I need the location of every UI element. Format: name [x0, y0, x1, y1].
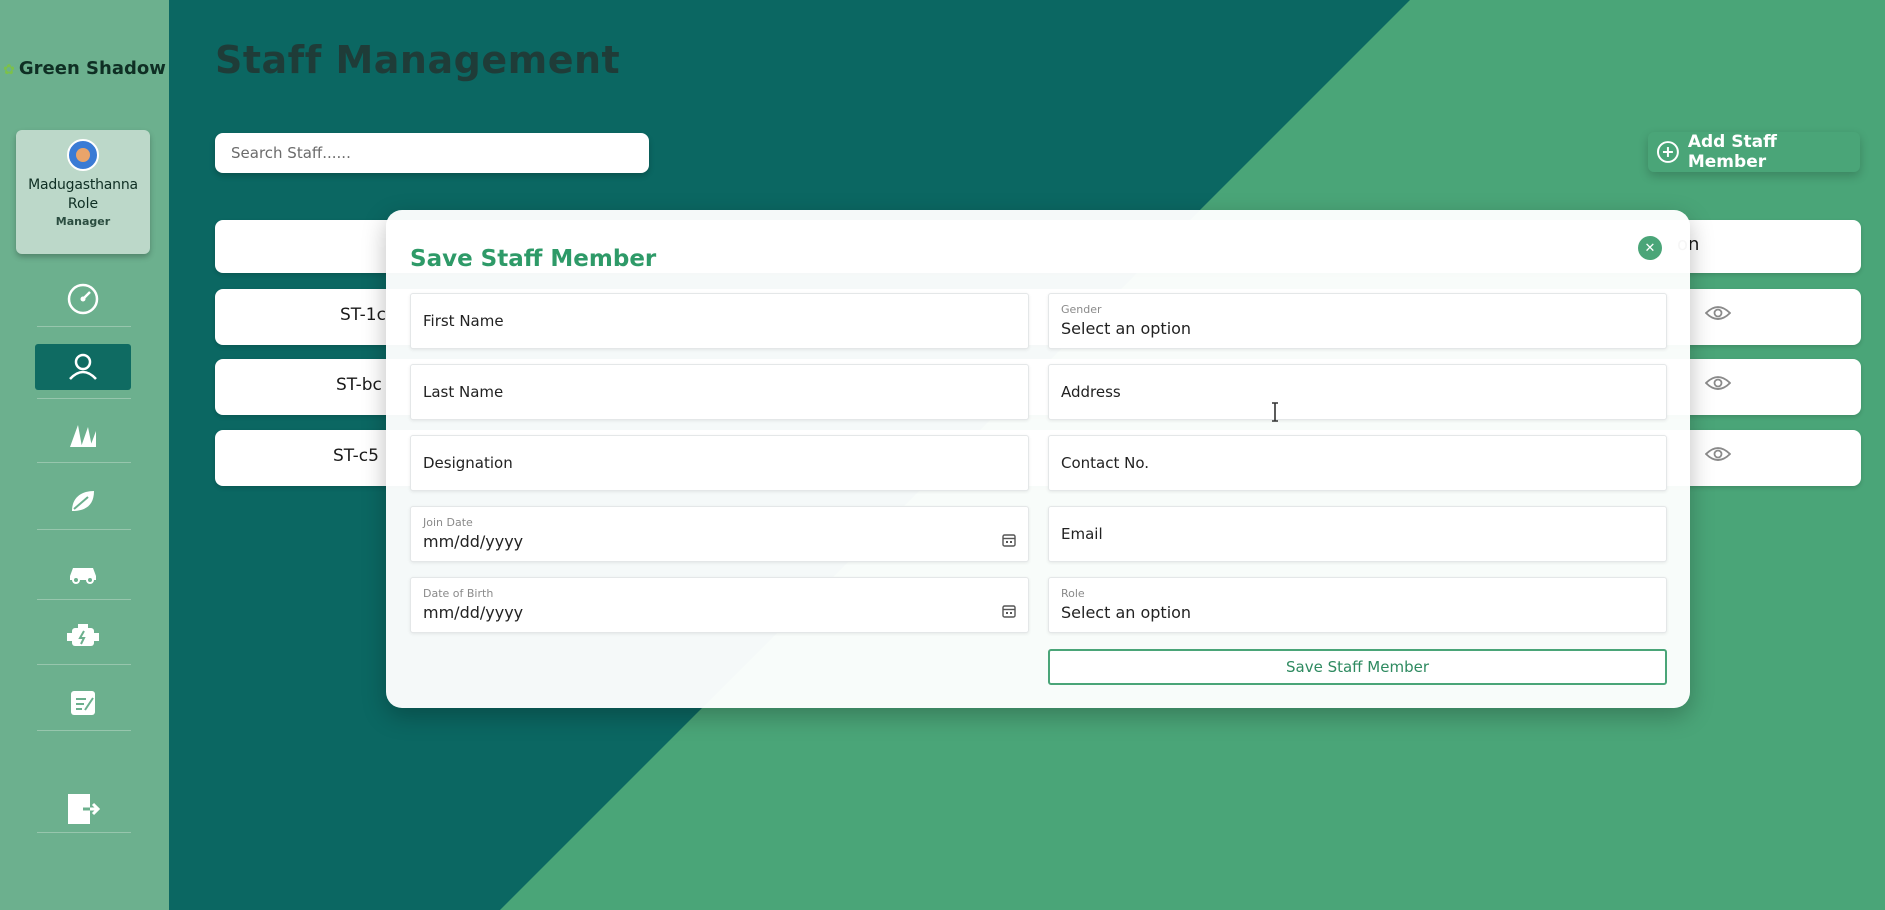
join-date-value: mm/dd/yyyy [423, 532, 524, 551]
first-name-placeholder: First Name [423, 312, 504, 330]
nav-logout[interactable] [35, 786, 131, 832]
plus-circle-icon [1656, 141, 1679, 163]
join-date-label: Join Date [423, 516, 473, 529]
nav-staff[interactable] [35, 344, 131, 390]
dob-value: mm/dd/yyyy [423, 603, 524, 622]
address-field[interactable]: Address [1048, 364, 1667, 420]
page-title: Staff Management [215, 38, 621, 82]
field-icon [70, 425, 96, 447]
save-staff-modal: Save Staff Member ✕ First Name Last Name… [386, 210, 1690, 708]
sidebar: ✿ Green Shadow Madugasthanna Role Manager [0, 0, 169, 910]
equipment-engine-icon [67, 624, 99, 646]
first-name-field[interactable]: First Name [410, 293, 1029, 349]
dob-label: Date of Birth [423, 587, 494, 600]
gender-select[interactable]: Gender Select an option [1048, 293, 1667, 349]
gender-value: Select an option [1061, 319, 1192, 338]
join-date-field[interactable]: Join Date mm/dd/yyyy [410, 506, 1029, 562]
staff-id: ST-bc [336, 375, 382, 395]
vehicle-car-icon [70, 568, 96, 584]
add-staff-button[interactable]: Add Staff Member [1648, 132, 1860, 172]
nav-divider [37, 462, 131, 463]
add-staff-label: Add Staff Member [1687, 132, 1777, 172]
address-placeholder: Address [1061, 383, 1121, 401]
last-name-field[interactable]: Last Name [410, 364, 1029, 420]
nav-dashboard[interactable] [35, 276, 131, 322]
avatar [67, 139, 99, 171]
dob-field[interactable]: Date of Birth mm/dd/yyyy [410, 577, 1029, 633]
staff-id: ST-1c [340, 305, 386, 325]
nav-divider [37, 730, 131, 731]
calendar-icon[interactable] [1002, 604, 1016, 618]
role-value: Select an option [1061, 603, 1192, 622]
user-role-value: Manager [55, 215, 111, 228]
nav-divider [37, 398, 131, 399]
modal-title: Save Staff Member [410, 246, 657, 272]
nav-divider [37, 832, 131, 833]
user-name: Madugasthanna [28, 177, 138, 193]
nav-field[interactable] [35, 412, 131, 458]
dashboard-gauge-icon [67, 283, 99, 315]
user-role-label: Role [67, 196, 99, 212]
nav-equipment[interactable] [35, 613, 131, 659]
brand-name: Green Shadow [18, 58, 166, 79]
staff-users-icon [69, 353, 97, 380]
staff-id: ST-c5 [333, 446, 379, 466]
view-eye-icon[interactable] [1705, 374, 1731, 392]
email-field[interactable]: Email [1048, 506, 1667, 562]
nav-crops[interactable] [35, 478, 131, 524]
last-name-placeholder: Last Name [423, 383, 504, 401]
role-label: Role [1061, 587, 1085, 600]
text-cursor-icon [1272, 402, 1278, 422]
designation-field[interactable]: Designation [410, 435, 1029, 491]
nav-vehicles[interactable] [35, 550, 131, 596]
nav-divider [37, 599, 131, 600]
logout-icon [68, 794, 101, 824]
designation-placeholder: Designation [423, 454, 513, 472]
user-profile-card[interactable]: Madugasthanna Role Manager [16, 130, 150, 254]
search-input[interactable] [215, 133, 649, 173]
nav-divider [37, 664, 131, 665]
view-eye-icon[interactable] [1705, 445, 1731, 463]
nav-divider [37, 326, 131, 327]
email-placeholder: Email [1061, 525, 1103, 543]
save-staff-button[interactable]: Save Staff Member [1048, 649, 1667, 685]
logs-note-icon [71, 691, 95, 715]
role-select[interactable]: Role Select an option [1048, 577, 1667, 633]
view-eye-icon[interactable] [1705, 304, 1731, 322]
nav-divider [37, 529, 131, 530]
brand-logo: ✿ Green Shadow [0, 54, 169, 85]
calendar-icon[interactable] [1002, 533, 1016, 547]
leaf-icon: ✿ [3, 62, 15, 78]
contact-placeholder: Contact No. [1061, 454, 1150, 472]
contact-field[interactable]: Contact No. [1048, 435, 1667, 491]
close-icon[interactable]: ✕ [1638, 236, 1662, 260]
gender-label: Gender [1061, 303, 1102, 316]
crop-leaf-icon [72, 491, 94, 511]
nav-logs[interactable] [35, 680, 131, 726]
